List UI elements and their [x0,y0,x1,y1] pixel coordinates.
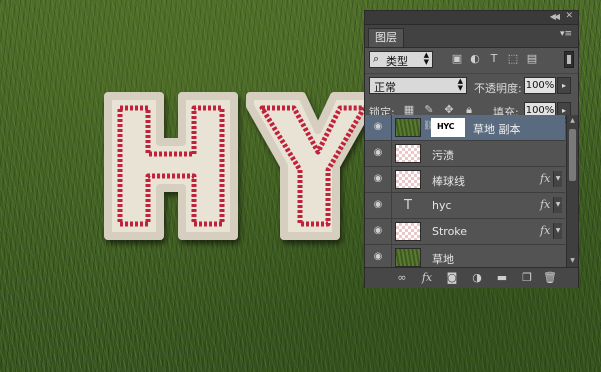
expand-effects-icon[interactable]: ▼ [553,223,562,239]
layers-panel: ◀◀ ✕ 图层 ▾≡ ⌕ 类型 ▲ ▼ ▣ ◐ T ⬚ ▤ 正常 ▲ ▼ 不透明度:… [364,10,579,288]
new-layer-icon[interactable]: ❐ [520,271,534,285]
scrollbar-thumb[interactable] [569,129,576,181]
add-layer-style-icon[interactable]: fx [420,271,434,285]
panel-menu-icon[interactable]: ▾≡ [560,29,572,39]
opacity-input[interactable]: 100% [524,77,556,94]
smart-object-filter-icon[interactable]: ▤ [526,53,538,65]
close-icon[interactable]: ✕ [565,11,573,21]
visibility-cell[interactable]: ◉ [365,167,392,192]
shape-filter-icon[interactable]: ⬚ [507,53,519,65]
layer-name[interactable]: 棒球线 [432,173,465,189]
panel-title-bar[interactable]: ◀◀ ✕ [365,11,578,25]
filter-type-value: 类型 [386,55,408,68]
layer-name[interactable]: 草地 [432,251,454,267]
layer-filter-row: ⌕ 类型 ▲ ▼ ▣ ◐ T ⬚ ▤ [365,48,578,72]
select-arrows-icon: ▲ ▼ [457,77,463,92]
layer-row-stroke[interactable]: ◉ Stroke fx ▼ [365,219,565,245]
letter-h-patch [104,92,238,240]
eye-icon[interactable]: ◉ [371,147,385,159]
layer-thumbnail [395,118,421,137]
filter-type-select[interactable]: ⌕ 类型 ▲ ▼ [369,51,433,68]
layer-list-scrollbar[interactable]: ▲ ▼ [566,115,578,267]
text-filter-icon[interactable]: T [488,53,500,65]
layer-row-baseball-stitch[interactable]: ◉ 棒球线 fx ▼ [365,167,565,193]
eye-icon[interactable]: ◉ [371,199,385,211]
new-adjustment-layer-icon[interactable]: ◑ [470,271,484,285]
layer-row-stains[interactable]: ◉ 污渍 [365,141,565,167]
eye-icon[interactable]: ◉ [371,121,385,133]
expand-effects-icon[interactable]: ▼ [553,171,562,187]
layer-thumbnail [395,222,421,241]
layer-thumbnail [395,144,421,163]
visibility-cell[interactable]: ◉ [365,115,392,140]
blend-row: 正常 ▲ ▼ 不透明度: 100% ▸ [365,73,578,98]
layer-effects-icon[interactable]: fx [540,172,550,185]
link-layers-icon[interactable]: ∞ [395,271,409,285]
filter-toggle-switch[interactable] [564,51,574,68]
layer-row-grass-copy[interactable]: ◉ ⛓ HYC 草地 副本 [365,115,565,141]
image-filter-icon[interactable]: ▣ [451,53,463,65]
visibility-cell[interactable]: ◉ [365,219,392,244]
layers-panel-footer: ∞ fx ◙ ◑ ▬ ❐ 🗑︎ [365,267,578,288]
add-mask-icon[interactable]: ◙ [445,271,459,285]
collapse-panel-icon[interactable]: ◀◀ [550,12,560,21]
type-layer-icon: T [404,198,412,213]
layer-name[interactable]: 污渍 [432,147,454,163]
expand-effects-icon[interactable]: ▼ [553,197,562,213]
eye-icon[interactable]: ◉ [371,251,385,263]
search-icon: ⌕ [373,52,380,65]
eye-icon[interactable]: ◉ [371,225,385,237]
layer-name[interactable]: Stroke [432,225,467,238]
visibility-cell[interactable]: ◉ [365,193,392,218]
layer-name[interactable]: 草地 副本 [473,121,521,137]
visibility-cell[interactable]: ◉ [365,141,392,166]
select-arrows-icon: ▲ ▼ [423,51,429,66]
letter-y-patch [246,92,370,240]
layer-effects-icon[interactable]: fx [540,224,550,237]
tab-layers[interactable]: 图层 [368,28,404,47]
scroll-up-icon[interactable]: ▲ [567,115,578,127]
scroll-down-icon[interactable]: ▼ [567,255,578,267]
layer-effects-icon[interactable]: fx [540,198,550,211]
blend-mode-select[interactable]: 正常 ▲ ▼ [369,77,467,94]
new-group-icon[interactable]: ▬ [495,271,509,285]
layer-name[interactable]: hyc [432,199,452,212]
layer-thumbnail [395,170,421,189]
layer-thumbnail [395,248,421,267]
panel-tab-bar: 图层 ▾≡ [365,25,578,48]
adjustment-filter-icon[interactable]: ◐ [469,53,481,65]
mask-thumbnail-text: HYC [437,122,455,131]
opacity-dropdown-icon[interactable]: ▸ [557,77,571,94]
layer-row-hyc[interactable]: ◉ T hyc fx ▼ [365,193,565,219]
eye-icon[interactable]: ◉ [371,173,385,185]
baseball-stitch-lettering [104,92,370,240]
layer-mask-thumbnail[interactable]: HYC [431,118,465,137]
layer-list: ◉ ⛓ HYC 草地 副本 ◉ 污渍 ◉ 棒球线 fx ▼ ◉ T hyc fx… [365,115,565,271]
opacity-label: 不透明度: [474,82,522,95]
blend-mode-value: 正常 [374,81,396,94]
delete-layer-icon[interactable]: 🗑︎ [543,271,557,285]
